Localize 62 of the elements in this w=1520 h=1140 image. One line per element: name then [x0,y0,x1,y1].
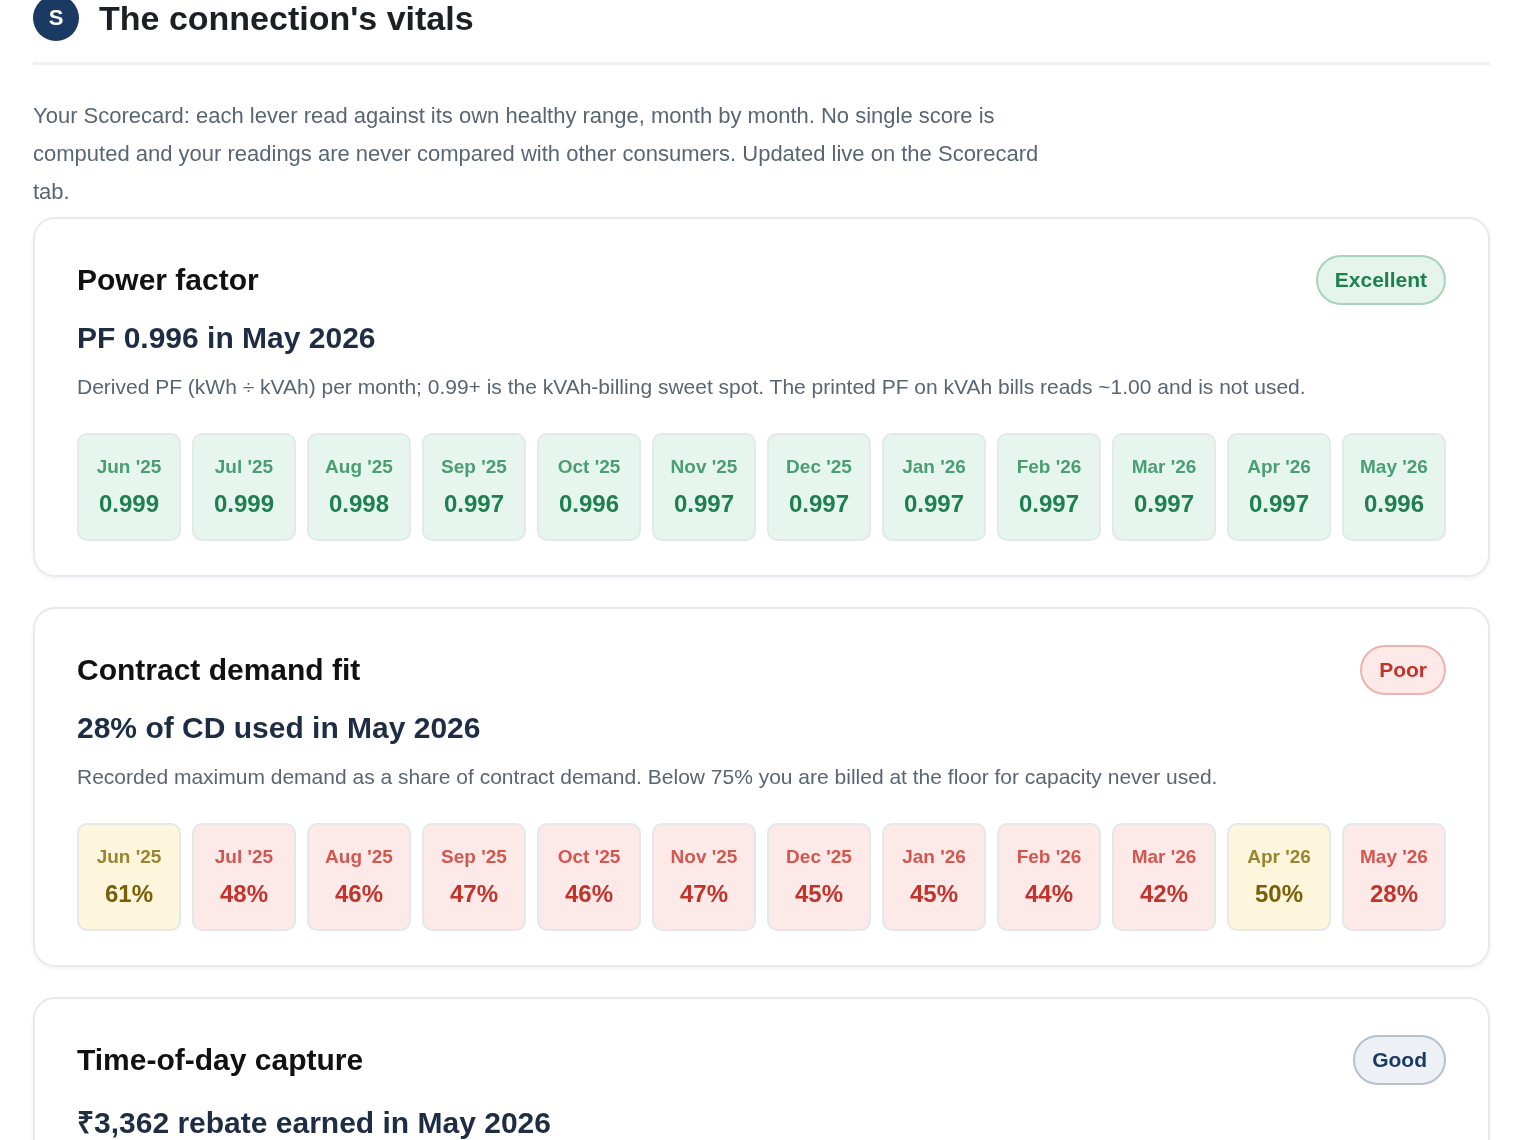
month-value: 0.997 [443,490,505,518]
card-title: Power factor [77,263,259,297]
month-value: 47% [449,880,498,908]
month-value: 28% [1369,880,1418,908]
avatar: S [33,0,79,41]
month-label: Jul '25 [214,456,274,478]
month-value: 61% [104,880,153,908]
month-value: 0.996 [558,490,620,518]
month-label: Nov '25 [670,846,738,868]
card-headline: 28% of CD used in May 2026 [77,711,482,745]
intro-text: Your Scorecard: each lever read against its own healthy range, month by month. No single score is computed and your readings are never compared with other consumers. Updated live on the Scorecard tab. [33,102,1040,206]
month-label: Feb '26 [1016,846,1082,868]
month-label: Jun '25 [96,846,162,868]
month-label: Mar '26 [1131,456,1197,478]
rating-badge: Good [1353,1035,1446,1085]
month-value: 45% [794,880,843,908]
month-value: 0.999 [213,490,275,518]
month-label: Sep '25 [441,846,507,868]
month-label: Aug '25 [325,456,393,478]
month-value: 44% [1024,880,1073,908]
month-label: Apr '26 [1247,456,1311,478]
month-value: 45% [909,880,958,908]
month-label: Jan '26 [902,456,966,478]
month-value: 0.997 [788,490,850,518]
card-description: Derived PF (kWh ÷ kVAh) per month; 0.99+ is the kVAh-billing sweet spot. The printed PF on kVAh bills reads ~1.00 and is not used. [77,374,1307,400]
card-headline: PF 0.996 in May 2026 [77,321,377,355]
month-value: 0.998 [328,490,390,518]
month-label: Aug '25 [325,846,393,868]
month-value: 50% [1254,880,1303,908]
section-title: The connection's vitals [99,0,474,38]
month-label: Oct '25 [557,456,621,478]
month-value: 0.997 [673,490,735,518]
month-label: Jul '25 [214,846,274,868]
month-label: Apr '26 [1247,846,1311,868]
month-label: Jun '25 [96,456,162,478]
month-label: Dec '25 [786,456,852,478]
rating-badge: Poor [1360,645,1446,695]
month-label: May '26 [1360,456,1428,478]
month-value: 46% [334,880,383,908]
month-label: Feb '26 [1016,456,1082,478]
card-title: Contract demand fit [77,653,361,687]
rating-badge: Excellent [1315,255,1446,305]
month-value: 0.997 [1018,490,1080,518]
card-headline: ₹3,362 rebate earned in May 2026 [77,1105,552,1140]
month-label: Oct '25 [557,846,621,868]
month-label: Nov '25 [670,456,738,478]
month-label: Mar '26 [1131,846,1197,868]
month-value: 0.997 [1248,490,1310,518]
card-description: Recorded maximum demand as a share of contract demand. Below 75% you are billed at the floor for capacity never used. [77,764,1219,790]
month-value: 42% [1139,880,1188,908]
month-label: Dec '25 [786,846,852,868]
month-value: 46% [564,880,613,908]
month-label: Jan '26 [902,846,966,868]
month-label: May '26 [1360,846,1428,868]
month-value: 0.996 [1363,490,1425,518]
month-value: 0.999 [98,490,160,518]
month-value: 0.997 [1133,490,1195,518]
month-value: 0.997 [903,490,965,518]
card-title: Time-of-day capture [77,1043,364,1077]
month-value: 48% [219,880,268,908]
month-value: 47% [679,880,728,908]
month-label: Sep '25 [441,456,507,478]
